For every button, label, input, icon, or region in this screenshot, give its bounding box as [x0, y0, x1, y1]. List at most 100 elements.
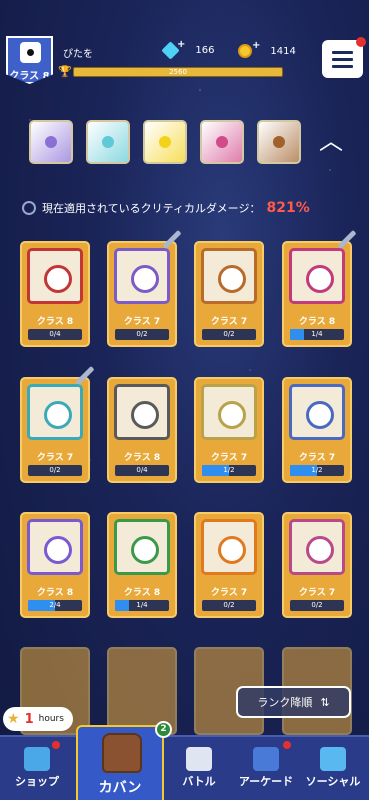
menu-button[interactable]	[322, 37, 366, 78]
sword-icon	[337, 229, 357, 250]
plus-icon: +	[177, 39, 186, 50]
notification-dot	[356, 37, 366, 47]
crit-damage-line: 現在適用されているクリティカルダメージ： 821%	[22, 200, 310, 216]
card-class-label: クラス 7	[298, 453, 336, 463]
die-card[interactable]: クラス 7 0/2	[194, 512, 264, 618]
card-progress-bar: 2/4	[28, 600, 82, 611]
die-card[interactable]: クラス 8 0/4	[20, 241, 90, 347]
die-card[interactable]: クラス 7 0/2	[194, 241, 264, 347]
progress-fill	[115, 600, 129, 611]
card-progress-bar: 0/2	[290, 600, 344, 611]
card-class-label: クラス 8	[298, 317, 336, 327]
card-class-label: クラス 7	[210, 588, 248, 598]
card-class-label: クラス 7	[123, 317, 161, 327]
collapse-chevron-up-icon[interactable]: ︿	[313, 125, 349, 157]
card-count: 0/2	[223, 330, 235, 338]
rank-badge[interactable]: クラス 8	[6, 36, 53, 84]
snow-die-icon	[289, 384, 345, 440]
shop-icon	[24, 747, 50, 771]
card-count: 1/2	[311, 466, 323, 474]
deck-die-face	[216, 136, 228, 148]
card-count: 0/2	[223, 601, 235, 609]
die-card[interactable]: クラス 7 0/2	[282, 512, 352, 618]
die-card[interactable]: クラス 7 0/2	[107, 229, 182, 347]
xp-value: 2560	[169, 68, 187, 76]
gem-counter[interactable]: + 166	[161, 39, 215, 60]
die-card[interactable]: クラス 8 2/4	[20, 512, 90, 618]
yellow-die-icon[interactable]	[143, 120, 187, 164]
card-progress-bar: 1/4	[115, 600, 169, 611]
nav-social[interactable]: ソーシャル	[296, 737, 369, 800]
ice-die-icon[interactable]	[86, 120, 130, 164]
bottom-navbar: ショップ カバン バトル アーケード ソーシャル	[0, 725, 369, 800]
lightning-die-icon	[201, 248, 257, 304]
deck-die-face	[45, 136, 57, 148]
plus-icon: +	[252, 39, 261, 51]
nav-arcade[interactable]: アーケード	[229, 737, 303, 800]
coin-icon	[238, 44, 252, 58]
die-icon	[20, 42, 41, 63]
die-card[interactable]: クラス 8 1/4	[282, 229, 357, 347]
card-class-label: クラス 7	[210, 317, 248, 327]
nav-shop-label: ショップ	[15, 775, 59, 788]
sword-icon	[75, 365, 95, 386]
card-count: 0/2	[136, 330, 148, 338]
card-progress-bar: 0/4	[115, 465, 169, 476]
nav-battle[interactable]: バトル	[162, 737, 236, 800]
card-progress-bar: 1/2	[202, 465, 256, 476]
player-name: ぴたを	[63, 49, 93, 60]
bag-badge: 2	[155, 721, 172, 738]
die-card[interactable]: クラス 8 1/4	[107, 512, 177, 618]
timer-pill[interactable]: ★ 1 hours	[3, 707, 73, 731]
card-class-label: クラス 7	[210, 453, 248, 463]
wind-die-icon	[114, 519, 170, 575]
progress-fill	[290, 329, 304, 340]
card-class-label: クラス 8	[123, 588, 161, 598]
die-card[interactable]: クラス 8 0/4	[107, 377, 177, 483]
crit-value: 821%	[266, 200, 310, 216]
coin-counter[interactable]: + 1414	[238, 40, 296, 58]
card-class-label: クラス 8	[36, 317, 74, 327]
rank-label: クラス 8	[9, 71, 50, 82]
die-card[interactable]: クラス 7 1/2	[194, 377, 264, 483]
gamepad-icon	[253, 747, 279, 771]
infinity-die-icon[interactable]	[200, 120, 244, 164]
fire-star-die-icon	[27, 248, 83, 304]
card-class-label: クラス 7	[36, 453, 74, 463]
menu-line	[332, 58, 353, 61]
card-count: 0/2	[311, 601, 323, 609]
dragon-die-icon	[289, 519, 345, 575]
crit-label: 現在適用されているクリティカルダメージ：	[42, 202, 261, 215]
monitor-icon	[320, 747, 346, 771]
brown-die-icon[interactable]	[257, 120, 301, 164]
sort-button[interactable]: ランク降順 ⇅	[236, 686, 351, 718]
nav-arcade-label: アーケード	[238, 775, 294, 788]
die-card[interactable]: クラス 7 1/2	[282, 377, 352, 483]
gem-count: 166	[195, 45, 215, 56]
card-class-label: クラス 8	[123, 453, 161, 463]
menu-line	[332, 51, 353, 54]
card-class-label: クラス 7	[298, 588, 336, 598]
ice-die-icon	[27, 384, 83, 440]
deck-die-face	[102, 136, 114, 148]
card-progress-bar: 0/2	[202, 600, 256, 611]
card-count: 0/4	[136, 466, 148, 474]
notification-dot	[52, 741, 60, 749]
card-count: 1/4	[136, 601, 148, 609]
menu-line	[332, 65, 353, 68]
dice-icon	[186, 747, 212, 771]
xp-bar: 2560	[73, 67, 283, 77]
nav-bag[interactable]: カバン	[76, 725, 164, 800]
sword-icon	[162, 229, 182, 250]
nav-bag-label: カバン	[98, 780, 142, 796]
card-count: 0/2	[49, 466, 61, 474]
infinity-die-icon	[289, 248, 345, 304]
card-count: 1/2	[223, 466, 235, 474]
sort-arrows-icon: ⇅	[320, 695, 330, 709]
compass-icon	[22, 201, 36, 215]
nav-shop[interactable]: ショップ	[0, 737, 74, 800]
card-progress-bar: 0/2	[115, 329, 169, 340]
purple-die-icon[interactable]	[29, 120, 73, 164]
timer-value: 1	[24, 711, 34, 727]
die-card[interactable]: クラス 7 0/2	[20, 365, 95, 483]
